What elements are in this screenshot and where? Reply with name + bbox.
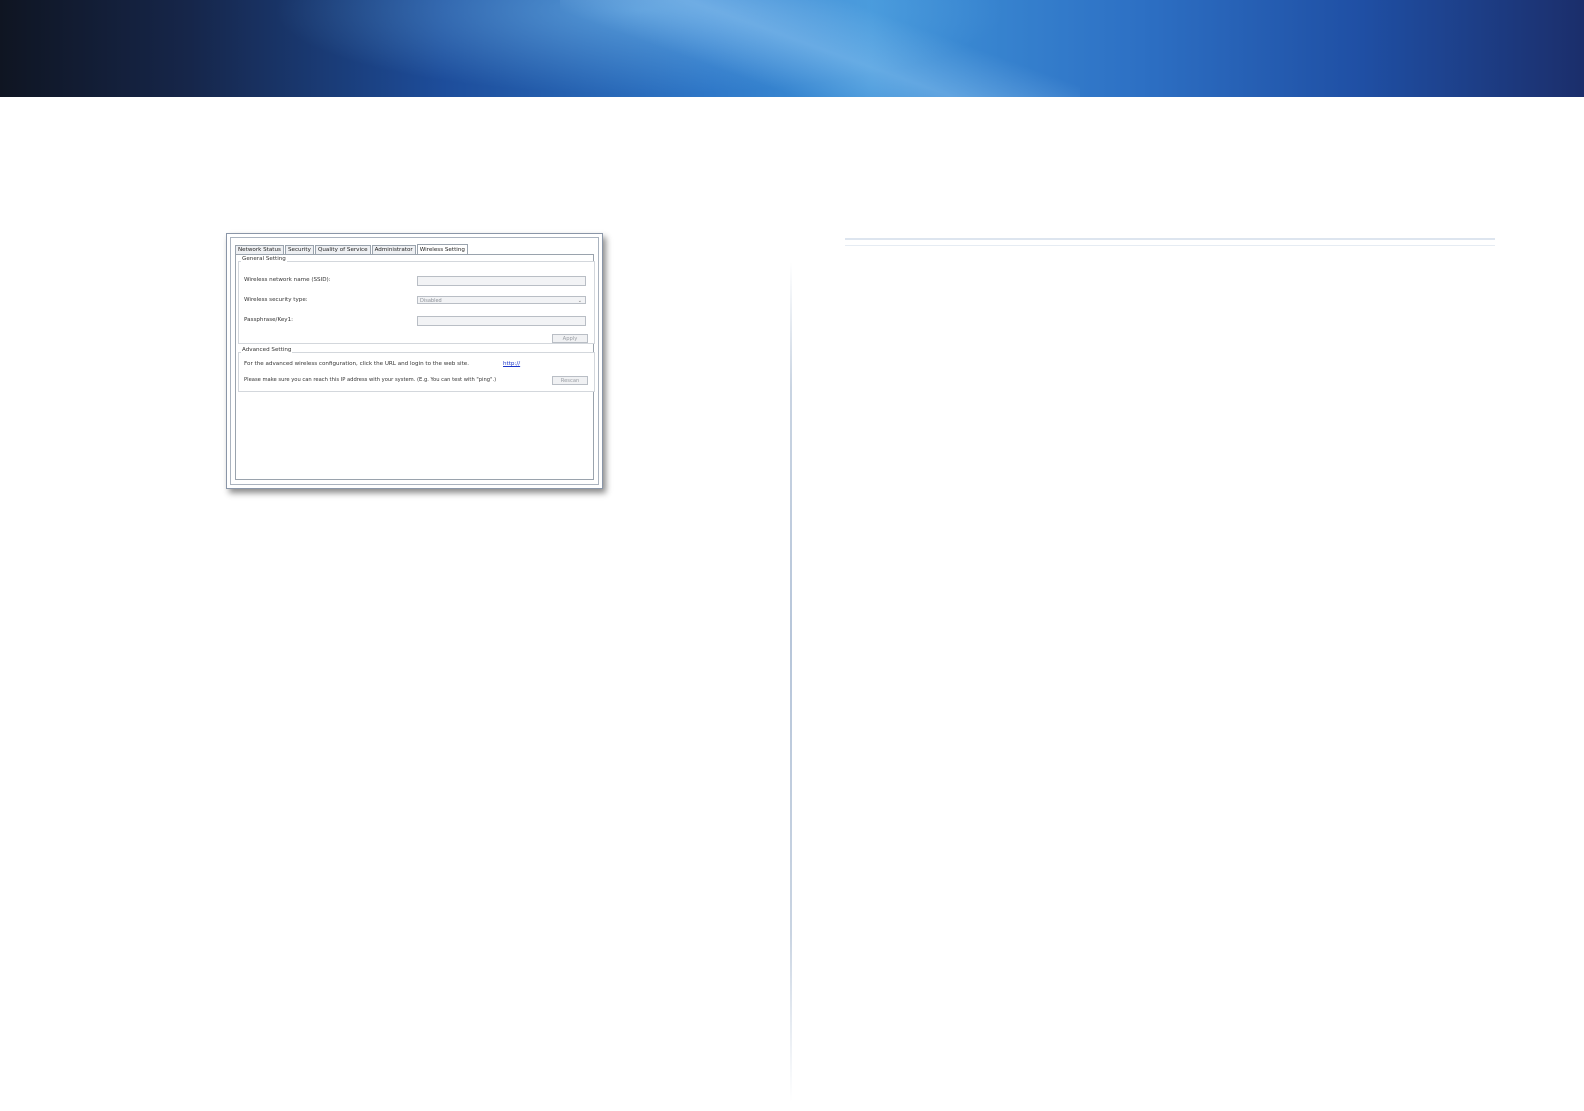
ping-hint-text: Please make sure you can reach this IP a…	[244, 377, 497, 383]
passphrase-input[interactable]	[417, 316, 586, 326]
rescan-button[interactable]: Rescan	[552, 376, 588, 385]
tab-panel: General Setting Wireless network name (S…	[235, 254, 595, 480]
dialog-frame: Network Status Security Quality of Servi…	[230, 237, 599, 485]
passphrase-label: Passphrase/Key1:	[244, 317, 294, 323]
chevron-down-icon: ⌄	[577, 298, 582, 304]
apply-button[interactable]: Apply	[552, 334, 588, 343]
security-type-select[interactable]: Disabled ⌄	[417, 296, 586, 304]
ssid-label: Wireless network name (SSID):	[244, 277, 331, 283]
general-setting-title: General Setting	[241, 256, 287, 262]
header-rule-secondary	[845, 245, 1495, 246]
advanced-info-text: For the advanced wireless configuration,…	[244, 361, 469, 367]
security-type-value: Disabled	[420, 298, 442, 304]
header-rule	[845, 238, 1495, 240]
ssid-input[interactable]	[417, 276, 586, 286]
advanced-setting-title: Advanced Setting	[241, 347, 293, 353]
advanced-setting-group	[238, 352, 595, 392]
column-divider	[790, 262, 792, 1102]
security-type-label: Wireless security type:	[244, 297, 308, 303]
web-config-link[interactable]: http://	[503, 361, 520, 367]
wireless-setting-dialog: Network Status Security Quality of Servi…	[226, 233, 603, 489]
header-banner	[0, 0, 1584, 97]
